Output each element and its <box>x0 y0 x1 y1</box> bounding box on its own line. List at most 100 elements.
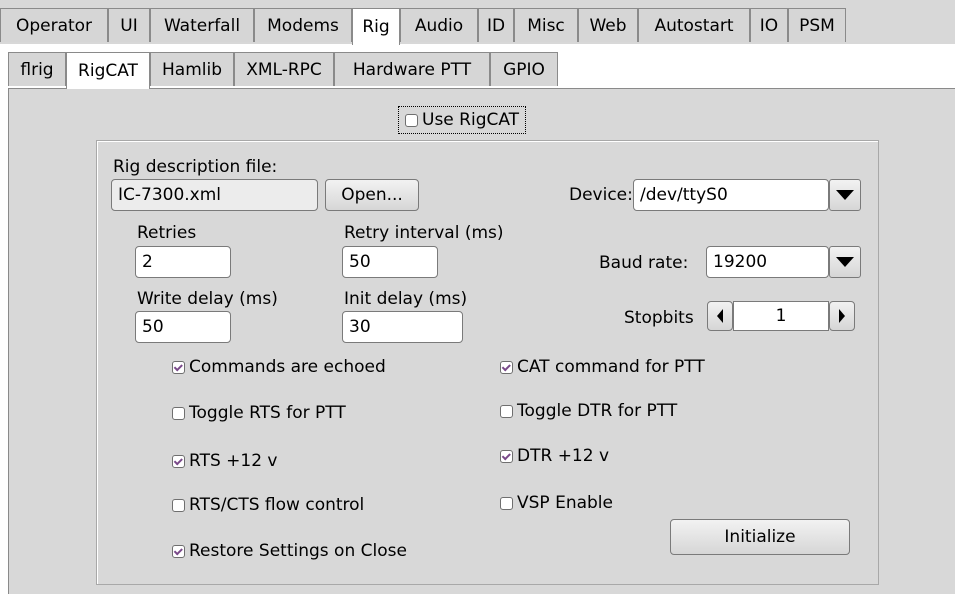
toggle-rts-ptt-checkbox[interactable]: Toggle RTS for PTT <box>172 402 346 424</box>
tab-rig[interactable]: Rig <box>352 8 400 45</box>
tab-misc[interactable]: Misc <box>514 8 578 42</box>
device-label: Device: <box>569 185 633 205</box>
use-rigcat-checkbox[interactable]: Use RigCAT <box>398 106 527 134</box>
tab-label: Modems <box>267 15 339 36</box>
checkbox-box <box>172 360 185 374</box>
checkbox-label: RTS +12 v <box>189 451 278 471</box>
checkbox-box <box>172 454 185 468</box>
checkbox-box <box>500 449 513 463</box>
checkbox-label: Commands are echoed <box>189 357 386 377</box>
chevron-right-icon <box>839 309 845 323</box>
checkbox-box <box>500 360 513 374</box>
init-delay-value: 30 <box>349 317 371 337</box>
stopbits-decrement-button[interactable] <box>707 301 733 331</box>
stopbits-field[interactable]: 1 <box>733 301 829 331</box>
stopbits-label: Stopbits <box>624 308 694 328</box>
tab-label: Waterfall <box>163 15 241 36</box>
checkbox-box <box>172 406 185 420</box>
rig-description-value: IC-7300.xml <box>118 185 222 205</box>
write-delay-label: Write delay (ms) <box>137 289 278 309</box>
checkbox-label: VSP Enable <box>517 493 613 513</box>
baud-rate-field[interactable]: 19200 <box>706 246 829 278</box>
rig-description-label: Rig description file: <box>113 157 278 177</box>
tab-psm[interactable]: PSM <box>788 8 846 42</box>
use-rigcat-label: Use RigCAT <box>422 110 520 130</box>
tab-rigcat[interactable]: RigCAT <box>66 52 150 89</box>
checkbox-box <box>172 498 185 512</box>
baud-rate-value: 19200 <box>713 252 768 272</box>
tab-audio[interactable]: Audio <box>400 8 478 42</box>
tab-web[interactable]: Web <box>578 8 638 42</box>
rig-description-field[interactable]: IC-7300.xml <box>111 179 318 211</box>
tab-label: IO <box>759 15 779 36</box>
tab-operator[interactable]: Operator <box>0 8 108 42</box>
tab-label: UI <box>120 15 138 36</box>
chevron-down-icon <box>836 257 854 267</box>
tab-io[interactable]: IO <box>750 8 788 42</box>
toggle-dtr-ptt-checkbox[interactable]: Toggle DTR for PTT <box>500 400 677 422</box>
tab-xml-rpc[interactable]: XML-RPC <box>234 52 334 86</box>
open-button[interactable]: Open... <box>325 179 419 211</box>
checkbox-label: Toggle RTS for PTT <box>189 403 346 423</box>
stopbits-value: 1 <box>775 306 787 326</box>
stopbits-increment-button[interactable] <box>829 301 855 331</box>
baud-rate-dropdown-button[interactable] <box>829 246 861 278</box>
rts-cts-flow-control-checkbox[interactable]: RTS/CTS flow control <box>172 494 364 516</box>
tab-label: Misc <box>527 15 565 36</box>
tab-flrig[interactable]: flrig <box>8 52 66 86</box>
chevron-left-icon <box>717 309 723 323</box>
initialize-button[interactable]: Initialize <box>670 519 850 555</box>
tab-label: RigCAT <box>78 61 138 81</box>
rig-subtab-bar: flrig RigCAT Hamlib XML-RPC Hardware PTT… <box>0 52 955 89</box>
open-button-label: Open... <box>341 185 403 205</box>
tab-label: Audio <box>414 15 464 36</box>
dtr-12v-checkbox[interactable]: DTR +12 v <box>500 445 609 467</box>
baud-rate-label: Baud rate: <box>599 253 689 273</box>
checkbox-label: Toggle DTR for PTT <box>517 401 678 421</box>
checkbox-box <box>405 113 418 127</box>
tab-hardware-ptt[interactable]: Hardware PTT <box>334 52 490 86</box>
tab-label: PSM <box>799 15 835 36</box>
tab-label: Web <box>589 15 627 36</box>
tab-ui[interactable]: UI <box>108 8 150 42</box>
write-delay-field[interactable]: 50 <box>135 311 231 343</box>
tab-label: Hardware PTT <box>352 59 472 80</box>
device-value: /dev/ttyS0 <box>640 185 728 205</box>
tab-id[interactable]: ID <box>478 8 514 42</box>
chevron-down-icon <box>836 190 854 200</box>
checkbox-box <box>500 404 513 418</box>
tab-label: flrig <box>20 59 54 80</box>
commands-echoed-checkbox[interactable]: Commands are echoed <box>172 356 386 378</box>
checkbox-box <box>500 496 513 510</box>
cat-command-ptt-checkbox[interactable]: CAT command for PTT <box>500 356 705 378</box>
init-delay-field[interactable]: 30 <box>342 311 463 343</box>
tab-modems[interactable]: Modems <box>254 8 352 42</box>
vsp-enable-checkbox[interactable]: VSP Enable <box>500 492 613 514</box>
top-tab-bar: Operator UI Waterfall Modems Rig Audio I… <box>0 8 955 45</box>
init-delay-label: Init delay (ms) <box>344 289 468 309</box>
retries-value: 2 <box>142 252 153 272</box>
write-delay-value: 50 <box>142 317 164 337</box>
checkbox-label: CAT command for PTT <box>517 357 705 377</box>
retry-interval-field[interactable]: 50 <box>342 246 438 278</box>
tab-label: Autostart <box>654 15 734 36</box>
retry-interval-value: 50 <box>349 252 371 272</box>
initialize-button-label: Initialize <box>724 527 796 547</box>
checkbox-label: DTR +12 v <box>517 446 610 466</box>
tab-label: Operator <box>15 15 93 36</box>
retries-label: Retries <box>137 223 197 243</box>
restore-settings-checkbox[interactable]: Restore Settings on Close <box>172 540 407 562</box>
checkbox-label: Restore Settings on Close <box>189 541 407 561</box>
tab-label: Rig <box>362 17 390 37</box>
retries-field[interactable]: 2 <box>135 246 231 278</box>
tab-gpio[interactable]: GPIO <box>490 52 558 86</box>
tab-autostart[interactable]: Autostart <box>638 8 750 42</box>
tab-label: Hamlib <box>162 59 222 80</box>
tab-hamlib[interactable]: Hamlib <box>150 52 234 86</box>
checkbox-box <box>172 544 185 558</box>
tab-waterfall[interactable]: Waterfall <box>150 8 254 42</box>
device-field[interactable]: /dev/ttyS0 <box>633 179 829 211</box>
tab-label: XML-RPC <box>246 59 322 80</box>
device-dropdown-button[interactable] <box>829 179 861 211</box>
rts-12v-checkbox[interactable]: RTS +12 v <box>172 450 278 472</box>
